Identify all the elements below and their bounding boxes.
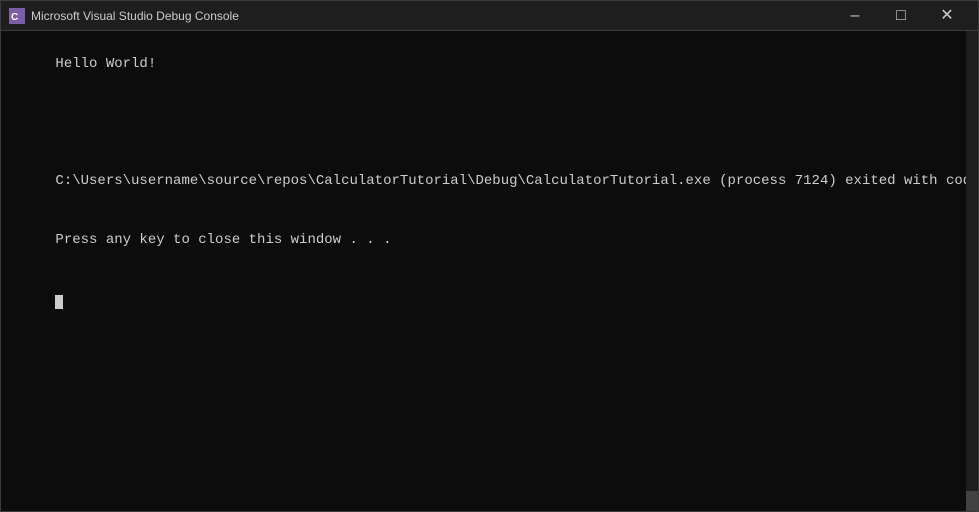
- svg-text:C: C: [11, 12, 18, 23]
- window-controls: – □ ✕: [832, 1, 970, 31]
- console-area: Hello World! C:\Users\username\source\re…: [1, 31, 978, 511]
- scrollbar-thumb[interactable]: [966, 491, 978, 511]
- minimize-button[interactable]: –: [832, 1, 878, 31]
- console-line-1: Hello World!: [55, 56, 156, 72]
- app-icon: C: [9, 8, 25, 24]
- scrollbar[interactable]: [966, 31, 978, 511]
- console-output: Hello World! C:\Users\username\source\re…: [5, 35, 974, 329]
- maximize-button[interactable]: □: [878, 1, 924, 31]
- console-line-3: C:\Users\username\source\repos\Calculato…: [55, 173, 978, 189]
- title-bar: C Microsoft Visual Studio Debug Console …: [1, 1, 978, 31]
- console-line-4: Press any key to close this window . . .: [55, 232, 391, 248]
- close-button[interactable]: ✕: [924, 1, 970, 31]
- app-window: C Microsoft Visual Studio Debug Console …: [0, 0, 979, 512]
- cursor: [55, 295, 63, 309]
- window-title: Microsoft Visual Studio Debug Console: [31, 9, 832, 23]
